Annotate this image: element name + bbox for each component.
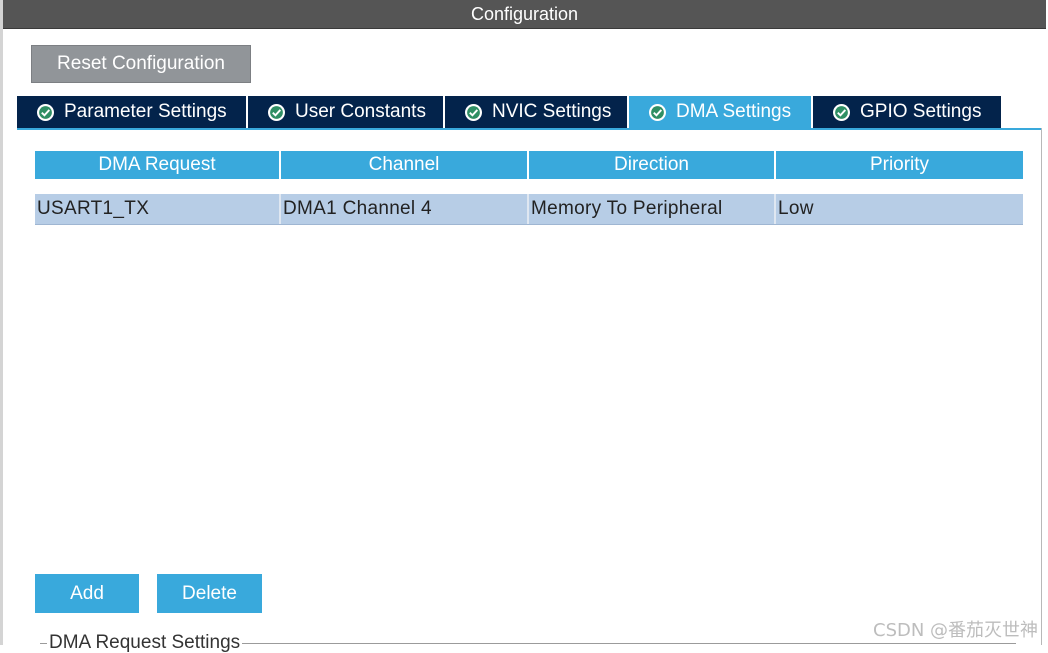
settings-tab-bar: Parameter Settings User Constants NVIC S… [17, 96, 1001, 128]
cell-dma-request: USART1_TX [35, 194, 281, 224]
tab-label: User Constants [295, 101, 426, 122]
cell-priority: Low [778, 198, 814, 219]
column-header-channel[interactable]: Channel [281, 151, 529, 179]
reset-configuration-button[interactable]: Reset Configuration [31, 45, 251, 83]
tab-parameter-settings[interactable]: Parameter Settings [17, 96, 248, 128]
tab-label: DMA Settings [676, 101, 792, 122]
check-circle-icon [37, 103, 54, 121]
table-header: DMA Request Channel Direction Priority [35, 151, 1023, 179]
column-header-direction[interactable]: Direction [529, 151, 776, 179]
check-circle-icon [833, 103, 850, 121]
window-title: Configuration [470, 3, 579, 24]
tab-nvic-settings[interactable]: NVIC Settings [445, 96, 629, 128]
cell-channel: DMA1 Channel 4 [281, 194, 529, 224]
tab-gpio-settings[interactable]: GPIO Settings [813, 96, 1001, 128]
tab-label: NVIC Settings [492, 101, 612, 122]
delete-button[interactable]: Delete [157, 574, 262, 613]
window-left-border [0, 0, 3, 645]
column-header-dma-request[interactable]: DMA Request [35, 151, 281, 179]
check-circle-icon [465, 103, 482, 121]
tab-label: GPIO Settings [860, 101, 982, 122]
column-header-priority[interactable]: Priority [776, 151, 1023, 179]
check-circle-icon [649, 103, 666, 121]
watermark-text: CSDN @番茄灭世神 [873, 620, 1039, 641]
dma-request-settings-label: DMA Request Settings [47, 632, 243, 653]
tab-user-constants[interactable]: User Constants [248, 96, 445, 128]
tab-label: Parameter Settings [64, 101, 227, 122]
add-button[interactable]: Add [35, 574, 139, 613]
panel-right-border [1041, 128, 1042, 645]
configuration-title-bar: Configuration [3, 0, 1046, 29]
tab-dma-settings[interactable]: DMA Settings [629, 96, 813, 128]
dma-request-table: DMA Request Channel Direction Priority U… [35, 151, 1023, 225]
cell-direction: Memory To Peripheral [529, 194, 776, 224]
check-circle-icon [268, 103, 285, 121]
tab-underline [17, 128, 1042, 130]
table-row[interactable]: USART1_TX DMA1 Channel 4 Memory To Perip… [35, 194, 1023, 225]
